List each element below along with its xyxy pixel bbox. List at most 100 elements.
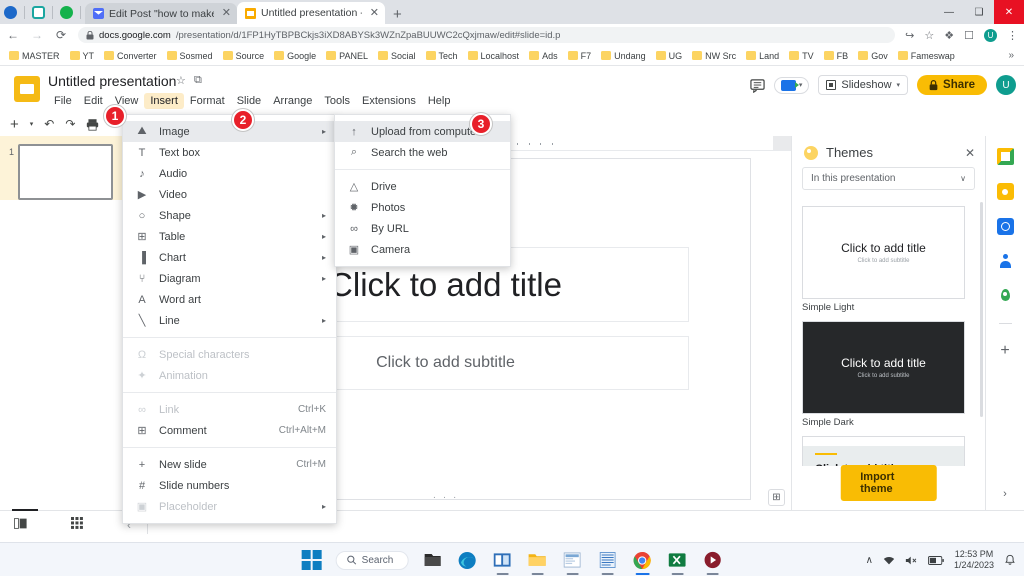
store-icon[interactable] — [561, 549, 583, 571]
explorer-dark-icon[interactable] — [421, 549, 443, 571]
theme-card-simple-dark[interactable]: Click to add title Click to add subtitle — [802, 321, 965, 414]
menu-item-text-box[interactable]: T Text box — [123, 142, 336, 163]
app-icon-green[interactable] — [60, 5, 73, 19]
slide-thumbnail[interactable] — [18, 144, 113, 200]
chevron-down-icon[interactable]: ▾ — [799, 81, 803, 89]
bookmark-item[interactable]: Localhost — [465, 50, 523, 62]
wifi-icon[interactable] — [883, 555, 895, 566]
menu-file[interactable]: File — [48, 93, 78, 109]
star-icon[interactable]: ☆ — [176, 74, 186, 87]
chevron-right-icon[interactable]: ▸ — [322, 502, 326, 511]
menu-item-search-the-web[interactable]: ⌕ Search the web — [335, 142, 510, 163]
undo-icon[interactable]: ↶ — [44, 117, 54, 131]
expand-rail-icon[interactable]: › — [1003, 488, 1007, 500]
bookmark-item[interactable]: PANEL — [323, 50, 371, 62]
menu-item-line[interactable]: ╲ Line ▸ — [123, 310, 336, 331]
share-icon[interactable]: ↪ — [905, 29, 914, 42]
back-button[interactable]: ← — [6, 28, 20, 42]
clock[interactable]: 12:53 PM 1/24/2023 — [954, 549, 994, 571]
share-button[interactable]: Share — [917, 75, 987, 95]
bookmark-item[interactable]: Google — [271, 50, 319, 62]
chrome-icon[interactable] — [631, 549, 653, 571]
volume-mute-icon[interactable] — [905, 555, 918, 566]
bookmark-star-icon[interactable]: ☆ — [924, 29, 934, 42]
extensions-icon[interactable]: ❖ — [944, 29, 954, 42]
add-addon-icon[interactable]: + — [1000, 342, 1009, 360]
theme-card-simple-light[interactable]: Click to add title Click to add subtitle — [802, 206, 965, 299]
menu-item-by-url[interactable]: ∞ By URL — [335, 218, 510, 239]
menu-item-shape[interactable]: ○ Shape ▸ — [123, 205, 336, 226]
tasks-icon[interactable] — [996, 183, 1014, 200]
theme-card-streamline[interactable]: Click to add title Click to add subtitle — [802, 436, 965, 466]
menu-extensions[interactable]: Extensions — [356, 93, 422, 109]
close-window-button[interactable]: ✕ — [994, 0, 1024, 24]
document-title[interactable]: Untitled presentation — [48, 73, 176, 89]
chevron-right-icon[interactable]: ▸ — [322, 253, 326, 262]
themes-filter-select[interactable]: In this presentation ∨ — [802, 167, 975, 190]
bookmark-item[interactable]: UG — [653, 50, 686, 62]
menu-item-slide-numbers[interactable]: # Slide numbers — [123, 475, 336, 496]
new-slide-caret-icon[interactable]: ▾ — [30, 120, 34, 128]
themes-list[interactable]: Click to add title Click to add subtitle… — [792, 198, 985, 466]
close-icon[interactable]: ✕ — [367, 7, 379, 19]
chevron-right-icon[interactable]: ▸ — [322, 211, 326, 220]
close-icon[interactable]: ✕ — [965, 146, 975, 160]
import-theme-button[interactable]: Import theme — [840, 465, 937, 501]
bookmark-item[interactable]: Converter — [101, 50, 160, 62]
chevron-down-icon[interactable]: ▾ — [897, 81, 901, 89]
file-explorer-icon[interactable] — [526, 549, 548, 571]
bookmark-item[interactable]: Source — [220, 50, 268, 62]
comment-history-icon[interactable] — [750, 78, 765, 93]
slides-logo-icon[interactable] — [14, 76, 40, 102]
menu-edit[interactable]: Edit — [78, 93, 109, 109]
teams-icon[interactable] — [491, 549, 513, 571]
browser-tab-0[interactable]: Edit Post "how to make an image ✕ — [85, 3, 237, 24]
start-icon[interactable] — [301, 549, 323, 571]
chevron-right-icon[interactable]: ▸ — [322, 232, 326, 241]
edge-icon[interactable] — [456, 549, 478, 571]
menu-item-new-slide[interactable]: + New slide Ctrl+M — [123, 454, 336, 475]
slideshow-button[interactable]: Slideshow ▾ — [818, 75, 909, 95]
bookmark-item[interactable]: TV — [786, 50, 817, 62]
menu-item-camera[interactable]: ▣ Camera — [335, 239, 510, 260]
bookmark-item[interactable]: FB — [821, 50, 852, 62]
person-icon[interactable] — [997, 253, 1014, 270]
redo-icon[interactable]: ↷ — [65, 117, 75, 131]
browser-tab-1[interactable]: Untitled presentation - Google S ✕ — [237, 2, 385, 24]
media-player-icon[interactable] — [701, 549, 723, 571]
menu-insert[interactable]: Insert — [144, 93, 184, 109]
bookmarks-overflow-icon[interactable]: » — [1008, 50, 1018, 61]
profile-avatar[interactable]: U — [984, 28, 997, 42]
menu-item-image[interactable]: ⛰ Image ▸ — [123, 121, 336, 142]
menu-item-photos[interactable]: ✹ Photos — [335, 197, 510, 218]
menu-arrange[interactable]: Arrange — [267, 93, 318, 109]
slide-thumbnail-item[interactable]: 1 — [0, 136, 122, 200]
meet-button[interactable]: ▾ — [773, 76, 810, 94]
speaker-notes-handle[interactable]: · · · — [433, 492, 459, 503]
tray-chevron-icon[interactable]: ∧ — [866, 555, 873, 566]
account-avatar[interactable]: U — [996, 75, 1016, 95]
menu-item-diagram[interactable]: ⑂ Diagram ▸ — [123, 268, 336, 289]
excel-icon[interactable] — [666, 549, 688, 571]
bookmark-item[interactable]: Ads — [526, 50, 561, 62]
themes-scrollbar[interactable] — [980, 202, 983, 417]
maximize-button[interactable]: ❑ — [964, 0, 994, 24]
chevron-right-icon[interactable]: ▸ — [322, 127, 326, 136]
sidepanel-icon[interactable]: ☐ — [964, 29, 974, 42]
forward-button[interactable]: → — [30, 28, 44, 42]
menu-format[interactable]: Format — [184, 93, 231, 109]
insert-menu[interactable]: ⛰ Image ▸ T Text box ♪ Audio ▶ Video ○ Shape ▸ ⊞ Tabl… — [122, 114, 337, 524]
app-icon-blue[interactable] — [4, 5, 17, 19]
address-bar[interactable]: docs.google.com/presentation/d/1FP1HyTBP… — [78, 27, 896, 43]
menu-tools[interactable]: Tools — [318, 93, 356, 109]
bookmark-item[interactable]: YT — [67, 50, 98, 62]
chevron-right-icon[interactable]: ▸ — [322, 274, 326, 283]
menu-item-audio[interactable]: ♪ Audio — [123, 163, 336, 184]
bookmark-item[interactable]: Tech — [423, 50, 461, 62]
menu-item-word-art[interactable]: A Word art — [123, 289, 336, 310]
taskbar-search[interactable]: Search — [335, 550, 409, 570]
menu-item-drive[interactable]: △ Drive — [335, 176, 510, 197]
menu-item-comment[interactable]: ⊞ Comment Ctrl+Alt+M — [123, 420, 336, 441]
image-submenu[interactable]: ↑ Upload from computer ⌕ Search the web △ Dri… — [334, 114, 511, 267]
explore-button[interactable]: ⊞ — [768, 489, 785, 506]
